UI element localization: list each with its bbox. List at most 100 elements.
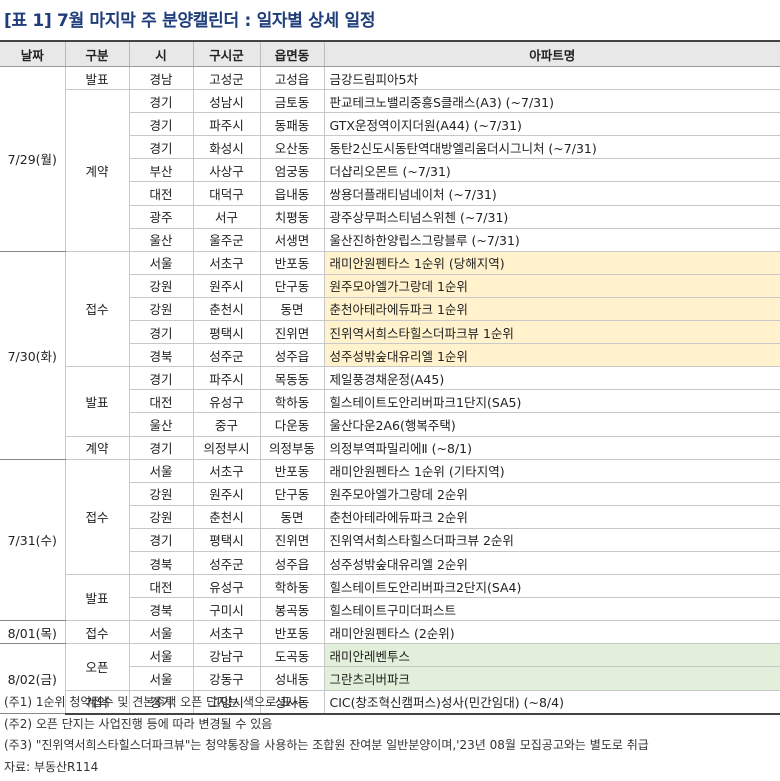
gu-cell: 울주군 bbox=[192, 227, 260, 252]
date-cell: 8/01(목) bbox=[0, 620, 65, 645]
apt-name-cell: 울산진하한양립스그랑블루 (~7/31) bbox=[323, 227, 780, 252]
apt-name-cell: 그란츠리버파크 bbox=[323, 666, 780, 691]
date-cell: 7/29(월) bbox=[0, 66, 65, 252]
apt-name-cell: 쌍용더플래티넘네이처 (~7/31) bbox=[323, 181, 780, 206]
type-cell: 접수 bbox=[64, 620, 129, 644]
type-cell: 계약 bbox=[64, 89, 129, 252]
si-cell: 강원 bbox=[128, 273, 193, 298]
gu-cell: 파주시 bbox=[192, 366, 260, 390]
dong-cell: 진위면 bbox=[259, 527, 324, 552]
gu-cell: 구미시 bbox=[192, 597, 260, 621]
dong-cell: 성내동 bbox=[259, 666, 324, 691]
col-header-gu: 구시군 bbox=[192, 40, 260, 67]
apt-name-cell: 춘천아테라에듀파크 1순위 bbox=[323, 296, 780, 321]
dong-cell: 오산동 bbox=[259, 135, 324, 159]
si-cell: 대전 bbox=[128, 574, 193, 598]
dong-cell: 다운동 bbox=[259, 412, 324, 436]
dong-cell: 단구동 bbox=[259, 273, 324, 298]
gu-cell: 평택시 bbox=[192, 320, 260, 344]
si-cell: 경북 bbox=[128, 597, 193, 621]
source-note: 자료: 부동산R114 bbox=[4, 759, 99, 774]
gu-cell: 서초구 bbox=[192, 250, 260, 275]
gu-cell: 의정부시 bbox=[192, 435, 260, 460]
type-cell: 발표 bbox=[64, 65, 129, 90]
apt-name-cell: 판교테크노밸리중흥S클래스(A3) (~7/31) bbox=[323, 89, 780, 113]
dong-cell: 단구동 bbox=[259, 481, 324, 506]
footnote-1: (주1) 1순위 청약접수 및 견본주택 오픈 단지는 색으로 표시 bbox=[4, 695, 303, 709]
gu-cell: 서초구 bbox=[192, 620, 260, 644]
dong-cell: 성주읍 bbox=[259, 343, 324, 367]
apt-name-cell: 더샵리오몬트 (~7/31) bbox=[323, 158, 780, 182]
apt-name-cell: 의정부역파밀리에Ⅱ (~8/1) bbox=[323, 435, 780, 460]
table-row: 7/31(수) 접수 서울 서초구 반포동 래미안원펜타스 1순위 (기타지역) bbox=[0, 458, 780, 622]
table-row: 8/01(목) 접수 서울 서초구 반포동 래미안원펜타스 (2순위) bbox=[0, 620, 780, 645]
dong-cell: 학하동 bbox=[259, 574, 324, 598]
col-header-si: 시 bbox=[128, 40, 193, 67]
col-header-date: 날짜 bbox=[0, 40, 65, 67]
type-cell: 발표 bbox=[64, 366, 129, 436]
gu-cell: 춘천시 bbox=[192, 504, 260, 529]
apt-name-cell: 래미안원펜타스 1순위 (기타지역) bbox=[323, 458, 780, 483]
apt-name-cell: 광주상무퍼스티넘스위첸 (~7/31) bbox=[323, 204, 780, 229]
apt-name-cell: 성주성밖숲대유리엘 2순위 bbox=[323, 550, 780, 575]
apt-name-cell: GTX운정역이지더원(A44) (~7/31) bbox=[323, 112, 780, 136]
gu-cell: 서초구 bbox=[192, 458, 260, 483]
si-cell: 강원 bbox=[128, 296, 193, 321]
gu-cell: 파주시 bbox=[192, 112, 260, 136]
si-cell: 울산 bbox=[128, 227, 193, 252]
dong-cell: 반포동 bbox=[259, 250, 324, 275]
dong-cell: 학하동 bbox=[259, 389, 324, 413]
apt-name-cell: 래미안원펜타스 1순위 (당해지역) bbox=[323, 250, 780, 275]
si-cell: 서울 bbox=[128, 666, 193, 691]
footnote-2: (주2) 오픈 단지는 사업진행 등에 따라 변경될 수 있음 bbox=[4, 716, 273, 731]
dong-cell: 엄궁동 bbox=[259, 158, 324, 182]
si-cell: 경남 bbox=[128, 65, 193, 90]
gu-cell: 강동구 bbox=[192, 666, 260, 691]
si-cell: 서울 bbox=[128, 458, 193, 483]
dong-cell: 의정부동 bbox=[259, 435, 324, 460]
type-cell: 접수 bbox=[64, 458, 129, 575]
si-cell: 서울 bbox=[128, 620, 193, 644]
gu-cell: 원주시 bbox=[192, 481, 260, 506]
gu-cell: 사상구 bbox=[192, 158, 260, 182]
apt-name-cell: 힐스테이트구미더퍼스트 bbox=[323, 597, 780, 621]
dong-cell: 진위면 bbox=[259, 320, 324, 344]
apt-name-cell: 춘천아테라에듀파크 2순위 bbox=[323, 504, 780, 529]
col-header-dong: 읍면동 bbox=[259, 40, 324, 67]
col-header-apt: 아파트명 bbox=[323, 40, 780, 67]
col-header-type: 구분 bbox=[64, 40, 129, 67]
dong-cell: 서생면 bbox=[259, 227, 324, 252]
apt-name-cell: 원주모아엘가그랑데 2순위 bbox=[323, 481, 780, 506]
table-title: [표 1] 7월 마지막 주 분양캘린더 : 일자별 상세 일정 bbox=[4, 11, 376, 31]
dong-cell: 치평동 bbox=[259, 204, 324, 229]
dong-cell: 목동동 bbox=[259, 366, 324, 390]
table-row: 발표 경기 파주시 목동동 제일풍경채운정(A45) bbox=[0, 366, 780, 436]
footnotes: (주1) 1순위 청약접수 및 견본주택 오픈 단지는 색으로 표시 (주2) … bbox=[4, 692, 649, 778]
gu-cell: 고성군 bbox=[192, 65, 260, 90]
gu-cell: 중구 bbox=[192, 412, 260, 436]
schedule-table: 날짜 구분 시 구시군 읍면동 아파트명 7/29(월) 발표 경남 고성군 고성읍 금강… bbox=[0, 40, 780, 715]
table-row: 7/30(화) 접수 서울 서초구 반포동 래미안원펜타스 1순위 (당해지역) bbox=[0, 250, 780, 460]
si-cell: 광주 bbox=[128, 204, 193, 229]
gu-cell: 성주군 bbox=[192, 343, 260, 367]
si-cell: 경기 bbox=[128, 435, 193, 460]
date-cell: 7/31(수) bbox=[0, 458, 65, 622]
si-cell: 경기 bbox=[128, 527, 193, 552]
gu-cell: 대덕구 bbox=[192, 181, 260, 206]
apt-name-cell: 성주성밖숲대유리엘 1순위 bbox=[323, 343, 780, 367]
si-cell: 경북 bbox=[128, 550, 193, 575]
apt-name-cell: 래미안레벤투스 bbox=[323, 643, 780, 667]
gu-cell: 강남구 bbox=[192, 643, 260, 667]
si-cell: 강원 bbox=[128, 504, 193, 529]
apt-name-cell: 울산다운2A6(행복주택) bbox=[323, 412, 780, 436]
si-cell: 경북 bbox=[128, 343, 193, 367]
apt-name-cell: 원주모아엘가그랑데 1순위 bbox=[323, 273, 780, 298]
table-row: 계약 경기 의정부시 의정부동 의정부역파밀리에Ⅱ (~8/1) bbox=[0, 435, 780, 460]
table-row: 7/29(월) 발표 경남 고성군 고성읍 금강드림피아5차 bbox=[0, 65, 780, 252]
gu-cell: 성주군 bbox=[192, 550, 260, 575]
apt-name-cell: 제일풍경채운정(A45) bbox=[323, 366, 780, 390]
gu-cell: 유성구 bbox=[192, 389, 260, 413]
si-cell: 부산 bbox=[128, 158, 193, 182]
dong-cell: 성주읍 bbox=[259, 550, 324, 575]
type-cell: 접수 bbox=[64, 250, 129, 367]
